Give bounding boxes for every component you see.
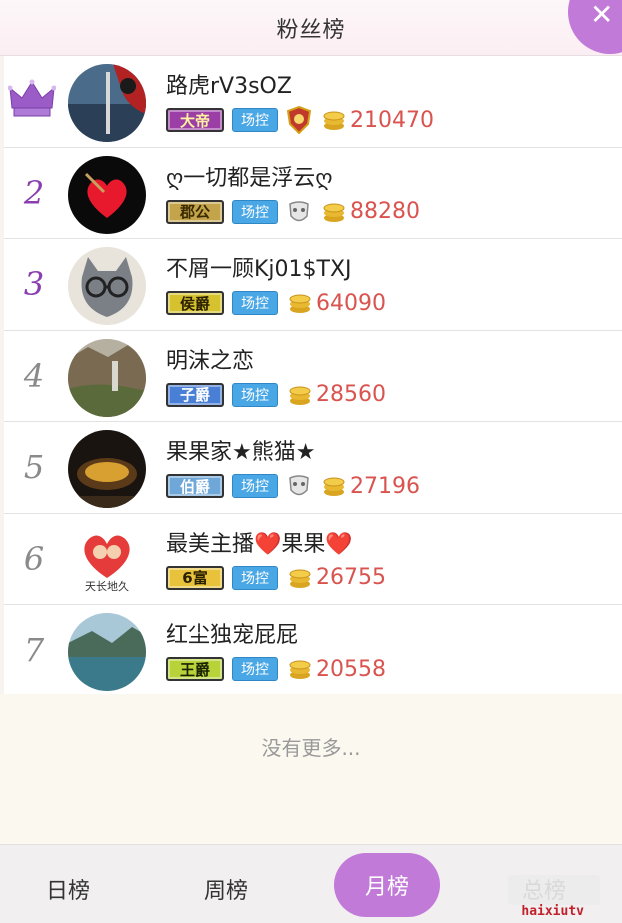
coin-icon <box>289 386 311 405</box>
list-item[interactable]: 4 明沫之恋 子爵 场控 28560 <box>4 331 622 422</box>
fan-name: 最美主播❤️果果❤️ <box>166 531 353 557</box>
fan-list: 路虎rV3sOZ 大帝 场控 210470 2 ღ一切都是浮云ღ 郡公 场控 8… <box>4 56 622 697</box>
fan-name: 不屑一顾Kj01$TXJ <box>166 257 352 282</box>
rank-number: 3 <box>23 265 45 304</box>
control-badge: 场控 <box>232 565 278 590</box>
coin-icon <box>323 477 345 496</box>
title-badge: 子爵 <box>166 382 224 407</box>
crown-icon <box>8 79 56 117</box>
title-badge: 王爵 <box>166 657 224 681</box>
coin-icon <box>289 660 311 679</box>
amount-value: 28560 <box>316 382 386 407</box>
mask-icon <box>289 200 309 221</box>
title-badge: 郡公 <box>166 199 224 224</box>
avatar[interactable] <box>68 430 146 508</box>
title-badge: 大帝 <box>166 108 224 132</box>
avatar[interactable]: 天长地久 <box>68 521 146 600</box>
fan-name: 红尘独宠屁屁 <box>166 623 299 648</box>
page-title: 粉丝榜 <box>276 17 346 43</box>
control-badge: 场控 <box>232 474 278 498</box>
rank-number: 5 <box>23 448 45 487</box>
list-footer: 没有更多... <box>0 694 622 844</box>
coin-icon <box>289 569 311 588</box>
rank-number: 7 <box>23 631 45 670</box>
list-item[interactable]: 路虎rV3sOZ 大帝 场控 210470 <box>4 56 622 148</box>
list-item[interactable]: 7 红尘独宠屁屁 王爵 场控 20558 <box>4 605 622 697</box>
mask-icon <box>289 475 309 496</box>
coin-icon <box>289 294 311 313</box>
fan-name: ღ一切都是浮云ღ <box>166 165 333 191</box>
header: 粉丝榜 ✕ <box>0 0 622 56</box>
tab-bar: 日榜 周榜 月榜 总榜 haixiutv <box>0 844 622 923</box>
list-item[interactable]: 2 ღ一切都是浮云ღ 郡公 场控 88280 <box>4 148 622 239</box>
list-item[interactable]: 3 不屑一顾Kj01$TXJ 侯爵 场控 64090 <box>4 239 622 331</box>
avatar[interactable] <box>68 338 146 417</box>
close-button[interactable]: ✕ <box>568 0 622 54</box>
amount-value: 88280 <box>350 199 420 224</box>
tab-daily[interactable]: 日榜 <box>46 873 90 905</box>
title-badge: 6富 <box>166 565 224 590</box>
rank-number: 6 <box>23 539 45 578</box>
fan-name: 路虎rV3sOZ <box>166 74 292 99</box>
amount-value: 20558 <box>316 656 386 682</box>
tab-weekly[interactable]: 周榜 <box>204 873 248 905</box>
avatar-caption: 天长地久 <box>85 579 129 593</box>
avatar[interactable] <box>68 155 146 234</box>
list-item[interactable]: 5 果果家★熊猫★ 伯爵 场控 27196 <box>4 422 622 514</box>
list-item[interactable]: 6 天长地久 最美主播❤️果果❤️ 6富 场控 26755 <box>4 514 622 605</box>
title-badge: 伯爵 <box>166 474 224 498</box>
control-badge: 场控 <box>232 199 278 224</box>
shield-medal-icon <box>286 106 312 134</box>
amount-value: 64090 <box>316 290 386 316</box>
tab-monthly[interactable]: 月榜 <box>334 853 440 917</box>
control-badge: 场控 <box>232 108 278 132</box>
fan-name: 果果家★熊猫★ <box>166 440 316 465</box>
rank-number: 2 <box>23 173 45 212</box>
avatar[interactable] <box>68 613 146 691</box>
blur-overlay <box>508 875 600 905</box>
control-badge: 场控 <box>232 382 278 407</box>
rank-number: 4 <box>23 356 45 395</box>
no-more-text: 没有更多... <box>261 736 361 760</box>
avatar[interactable] <box>68 64 146 142</box>
amount-value: 27196 <box>350 473 420 499</box>
amount-value: 210470 <box>350 107 434 133</box>
amount-value: 26755 <box>316 565 386 590</box>
watermark: haixiutv <box>521 904 584 919</box>
coin-icon <box>323 111 345 130</box>
title-badge: 侯爵 <box>166 291 224 315</box>
control-badge: 场控 <box>232 291 278 315</box>
coin-icon <box>323 203 345 222</box>
fan-name: 明沫之恋 <box>166 348 255 374</box>
close-icon[interactable]: ✕ <box>590 0 613 31</box>
avatar[interactable] <box>68 247 146 325</box>
control-badge: 场控 <box>232 657 278 681</box>
